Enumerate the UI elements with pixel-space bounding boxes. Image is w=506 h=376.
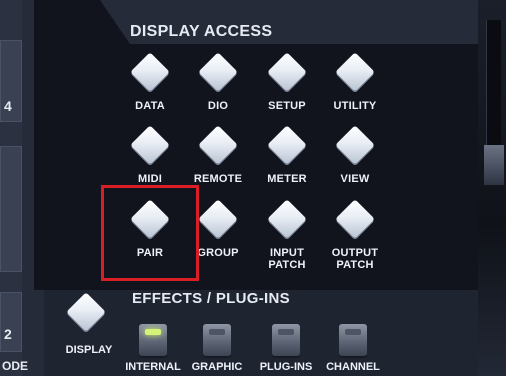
channel-button[interactable]: [339, 324, 367, 356]
side-mode-label: ODE: [2, 359, 29, 373]
pair-highlight-box: [101, 185, 199, 281]
side-module-middle: [0, 146, 22, 272]
diamond-key-icon: [267, 52, 307, 92]
data-button[interactable]: [130, 52, 170, 92]
led-indicator-icon: [278, 329, 294, 335]
group-button[interactable]: [198, 199, 238, 239]
led-indicator-icon: [209, 329, 225, 335]
dio-button[interactable]: [198, 52, 238, 92]
setup-button[interactable]: [267, 52, 307, 92]
diamond-key-icon: [335, 52, 375, 92]
led-indicator-icon: [145, 329, 161, 335]
utility-label: UTILITY: [333, 100, 377, 112]
graphic-button[interactable]: [203, 324, 231, 356]
utility-button[interactable]: [335, 52, 375, 92]
view-button[interactable]: [335, 125, 375, 165]
channel-label: CHANNEL: [326, 361, 380, 373]
diamond-key-icon: [66, 292, 106, 332]
diamond-key-icon: [198, 125, 238, 165]
diamond-key-icon: [267, 125, 307, 165]
display-button-label: DISPLAY: [65, 344, 113, 356]
plug-ins-button[interactable]: [272, 324, 300, 356]
effects-title: EFFECTS / PLUG-INS: [132, 290, 290, 307]
display-diamond-button[interactable]: [66, 292, 106, 332]
output-patch-button[interactable]: [335, 199, 375, 239]
view-label: VIEW: [340, 173, 370, 185]
input-patch-button[interactable]: [267, 199, 307, 239]
remote-button[interactable]: [198, 125, 238, 165]
output-patch-label: OUTPUT PATCH: [331, 247, 379, 271]
diamond-key-icon: [335, 125, 375, 165]
diamond-key-icon: [198, 199, 238, 239]
diamond-key-icon: [130, 125, 170, 165]
internal-button[interactable]: [139, 324, 167, 356]
meter-button[interactable]: [267, 125, 307, 165]
diamond-key-icon: [267, 199, 307, 239]
side-module-bottom: [0, 292, 22, 352]
side-digit-top: 4: [4, 98, 12, 114]
diamond-key-icon: [130, 52, 170, 92]
led-indicator-icon: [345, 329, 361, 335]
display-access-title: DISPLAY ACCESS: [130, 23, 273, 40]
side-digit-bottom: 2: [4, 326, 12, 342]
midi-button[interactable]: [130, 125, 170, 165]
diamond-key-icon: [198, 52, 238, 92]
fader-knob[interactable]: [484, 145, 504, 185]
diamond-key-icon: [335, 199, 375, 239]
